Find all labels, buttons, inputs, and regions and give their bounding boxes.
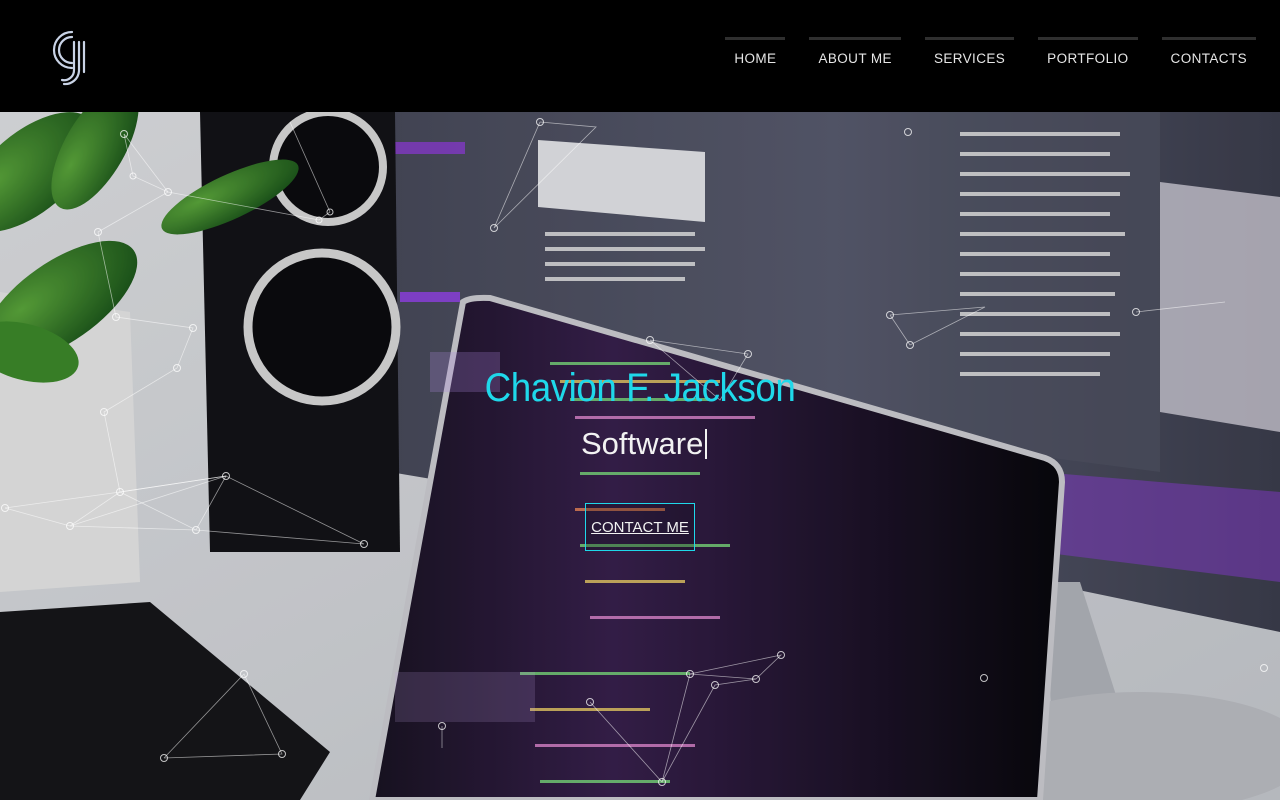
nav-item-services[interactable]: SERVICES <box>924 37 1015 69</box>
hero-role-typewriter: Software <box>581 426 708 462</box>
hero-section: Chavion F. Jackson Software CONTACT ME <box>0 112 1280 800</box>
nav-item-portfolio[interactable]: PORTFOLIO <box>1038 37 1138 69</box>
nav-item-home[interactable]: HOME <box>725 37 786 69</box>
cj-monogram-logo-icon[interactable] <box>52 28 92 86</box>
hero-name: Chavion F. Jackson <box>484 366 796 410</box>
nav-item-contacts[interactable]: CONTACTS <box>1161 37 1256 69</box>
contact-me-button[interactable]: CONTACT ME <box>585 503 695 551</box>
main-nav: HOME ABOUT ME SERVICES PORTFOLIO CONTACT… <box>725 37 1256 69</box>
nav-item-about-me[interactable]: ABOUT ME <box>809 37 901 69</box>
typing-caret <box>705 429 708 459</box>
hero-role-text: Software <box>581 426 704 461</box>
site-header: HOME ABOUT ME SERVICES PORTFOLIO CONTACT… <box>0 0 1280 112</box>
